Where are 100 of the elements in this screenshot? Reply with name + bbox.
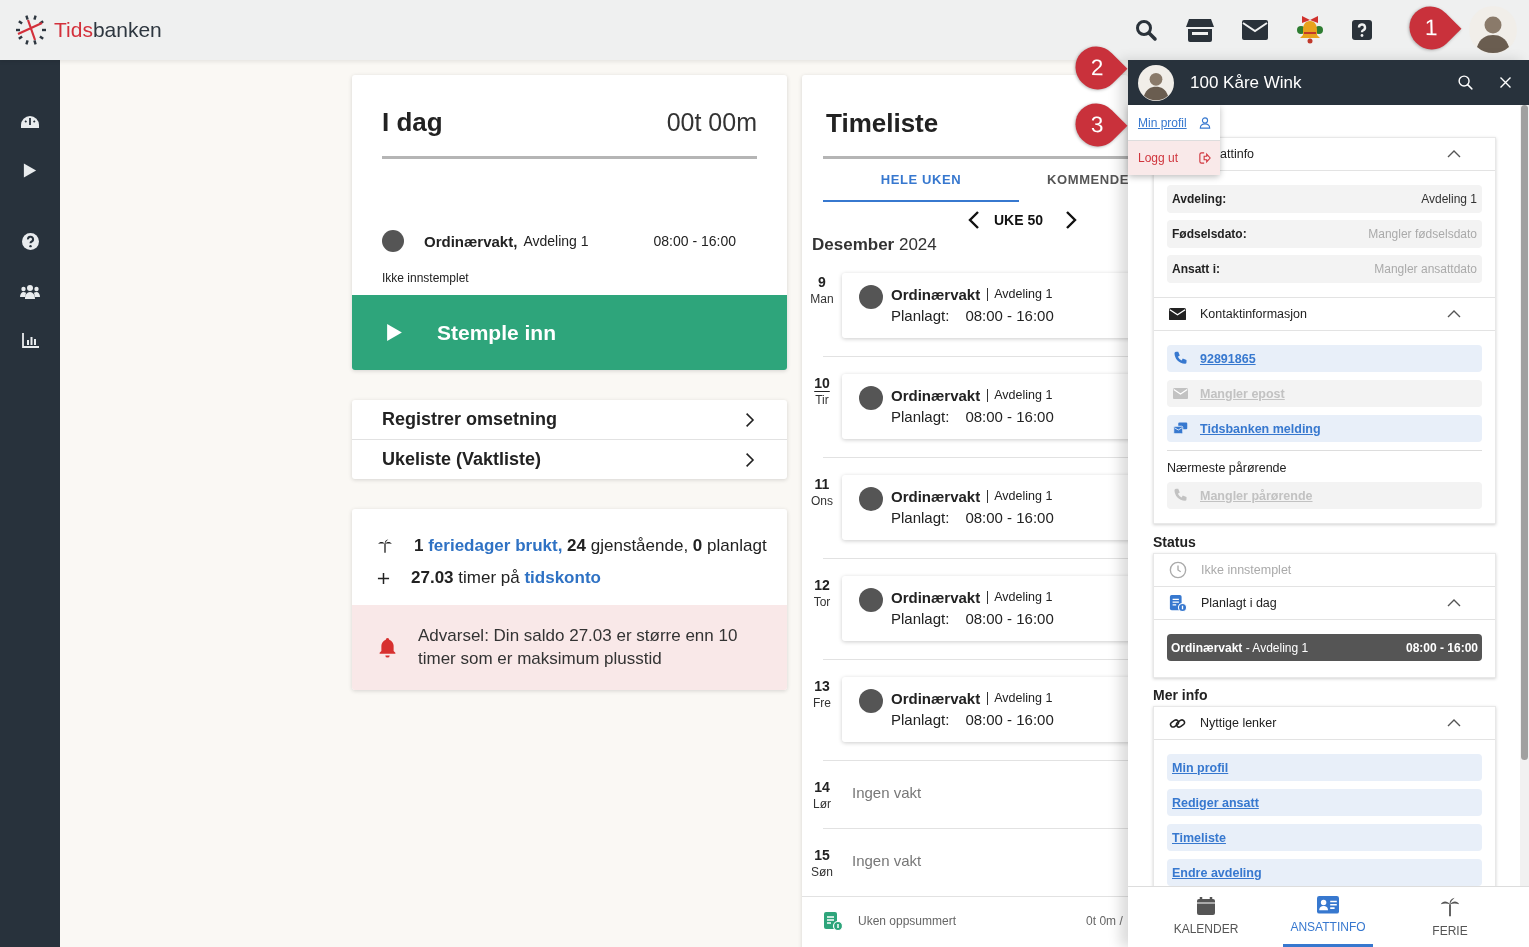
- weekday: Tir: [815, 392, 829, 408]
- shift-dot: [859, 689, 883, 713]
- chevron-right-icon[interactable]: [1065, 210, 1078, 230]
- section-header[interactable]: Kontaktinformasjon: [1154, 297, 1495, 331]
- day-number: 14: [814, 778, 830, 796]
- planned-label: Planlagt:: [891, 711, 950, 728]
- vacation-summary: 1 feriedager brukt, 24 gjenstående, 0 planlagt: [414, 536, 767, 556]
- shift-time: 08:00 - 16:00: [653, 233, 736, 249]
- avatar[interactable]: [1138, 64, 1174, 101]
- chevron-up-icon[interactable]: [1447, 150, 1461, 158]
- link[interactable]: tidskonto: [524, 568, 601, 587]
- weekday: Fre: [813, 695, 831, 711]
- shift-dot: [859, 487, 883, 511]
- avatar[interactable]: [1469, 6, 1517, 54]
- summary-icon: [823, 911, 843, 931]
- users-icon[interactable]: [20, 284, 40, 299]
- link[interactable]: Rediger ansatt: [1167, 789, 1482, 816]
- shift-name: Ordinærvakt: [891, 387, 981, 404]
- phone-icon: [1173, 488, 1188, 503]
- clock-in-button[interactable]: Stemple inn: [352, 295, 787, 370]
- shift-name: Ordinærvakt: [891, 488, 981, 505]
- department: Avdeling 1: [987, 288, 1053, 301]
- day-number: 13: [814, 677, 830, 695]
- play-icon[interactable]: [23, 162, 37, 179]
- close-icon[interactable]: [1498, 75, 1513, 90]
- day-number: 9: [818, 273, 826, 291]
- menu-link[interactable]: Registrer omsetning: [352, 400, 787, 439]
- shift-name: Ordinærvakt: [891, 589, 981, 606]
- section-header[interactable]: Nyttige lenker: [1154, 707, 1495, 740]
- section-header[interactable]: Planlagt i dag: [1154, 587, 1495, 620]
- search-icon[interactable]: [1457, 74, 1474, 91]
- document-info-icon: [1169, 594, 1187, 612]
- help-icon[interactable]: [1352, 20, 1372, 40]
- department: Avdeling 1: [987, 692, 1053, 705]
- chevron-up-icon[interactable]: [1447, 599, 1461, 607]
- day-number: 12: [814, 576, 830, 594]
- logo-icon: [15, 14, 47, 46]
- day-number: 10: [814, 374, 830, 392]
- plus-icon: [377, 571, 390, 585]
- no-shift-text: Ingen vakt: [852, 784, 922, 801]
- menu-item[interactable]: Logg ut: [1128, 140, 1220, 175]
- department: Avdeling 1: [987, 490, 1053, 503]
- department: Avdeling 1: [987, 389, 1053, 402]
- shift-dot: [859, 588, 883, 612]
- field-label: Fødselsdato:: [1172, 227, 1247, 241]
- calendar-icon: [1196, 896, 1216, 916]
- link[interactable]: Timeliste: [1167, 824, 1482, 851]
- shift-label: Ordinærvakt - Avdeling 1: [1171, 640, 1309, 655]
- chevron-up-icon[interactable]: [1447, 310, 1461, 318]
- link[interactable]: Endre avdeling: [1167, 859, 1482, 886]
- weekday: Søn: [811, 864, 833, 880]
- section-label: Nærmeste pårørende: [1167, 461, 1288, 475]
- chevron-right-icon[interactable]: [745, 451, 755, 468]
- nav-tab[interactable]: KALENDER: [1161, 887, 1251, 947]
- tab[interactable]: KOMMENDE: [1019, 159, 1128, 202]
- shift-dot: [859, 285, 883, 309]
- tab[interactable]: HELE UKEN: [823, 159, 1019, 202]
- chevron-right-icon[interactable]: [745, 411, 755, 428]
- card-title: I dag: [382, 106, 443, 138]
- shift-dot: [859, 386, 883, 410]
- bell-icon[interactable]: [1296, 15, 1324, 45]
- shift-dot: [382, 230, 404, 252]
- bar-chart-icon[interactable]: [21, 333, 39, 348]
- id-card-icon: [1317, 896, 1339, 914]
- phone-icon: [1173, 351, 1188, 366]
- shift-name: Ordinærvakt,: [424, 232, 518, 250]
- chevron-left-icon[interactable]: [968, 210, 980, 230]
- chevron-up-icon[interactable]: [1447, 719, 1461, 727]
- no-shift-text: Ingen vakt: [852, 852, 922, 869]
- contact-link[interactable]: 92891865: [1167, 345, 1482, 372]
- store-icon[interactable]: [1186, 18, 1214, 42]
- weekday: Tor: [813, 594, 831, 610]
- nav-tab[interactable]: ANSATTINFO: [1283, 887, 1373, 947]
- field-label: Avdeling:: [1172, 192, 1227, 206]
- bell-icon: [377, 636, 398, 658]
- mail-icon[interactable]: [1242, 20, 1268, 40]
- card-title: Timeliste: [826, 108, 939, 138]
- contact-link[interactable]: Tidsbanken melding: [1167, 415, 1482, 442]
- logout-icon: [1199, 152, 1211, 164]
- menu-item[interactable]: Min profil: [1128, 105, 1220, 140]
- weekday: Man: [810, 291, 834, 307]
- clock-status: Ikke innstemplet: [382, 270, 470, 286]
- search-icon[interactable]: [1134, 18, 1158, 42]
- status-row: Ikke innstemplet: [1154, 554, 1495, 587]
- help-icon[interactable]: [21, 233, 39, 250]
- department: Avdeling 1: [987, 591, 1053, 604]
- link[interactable]: feriedager brukt,: [428, 536, 563, 555]
- week-label: UKE 50: [994, 212, 1044, 228]
- field-value: Avdeling 1: [1421, 192, 1477, 206]
- shift-time: 08:00 - 16:00: [965, 509, 1054, 526]
- planned-label: Planlagt:: [891, 509, 950, 526]
- weekday: Lør: [813, 796, 831, 812]
- nav-tab[interactable]: FERIE: [1405, 887, 1495, 947]
- field-label: Ansatt i:: [1172, 262, 1220, 276]
- planned-label: Planlagt:: [891, 408, 950, 425]
- link[interactable]: Min profil: [1167, 754, 1482, 781]
- user-icon: [1199, 116, 1211, 129]
- day-number: 15: [814, 846, 830, 864]
- summary-label: Uken oppsummert: [858, 914, 957, 928]
- menu-link[interactable]: Ukeliste (Vaktliste): [352, 439, 787, 479]
